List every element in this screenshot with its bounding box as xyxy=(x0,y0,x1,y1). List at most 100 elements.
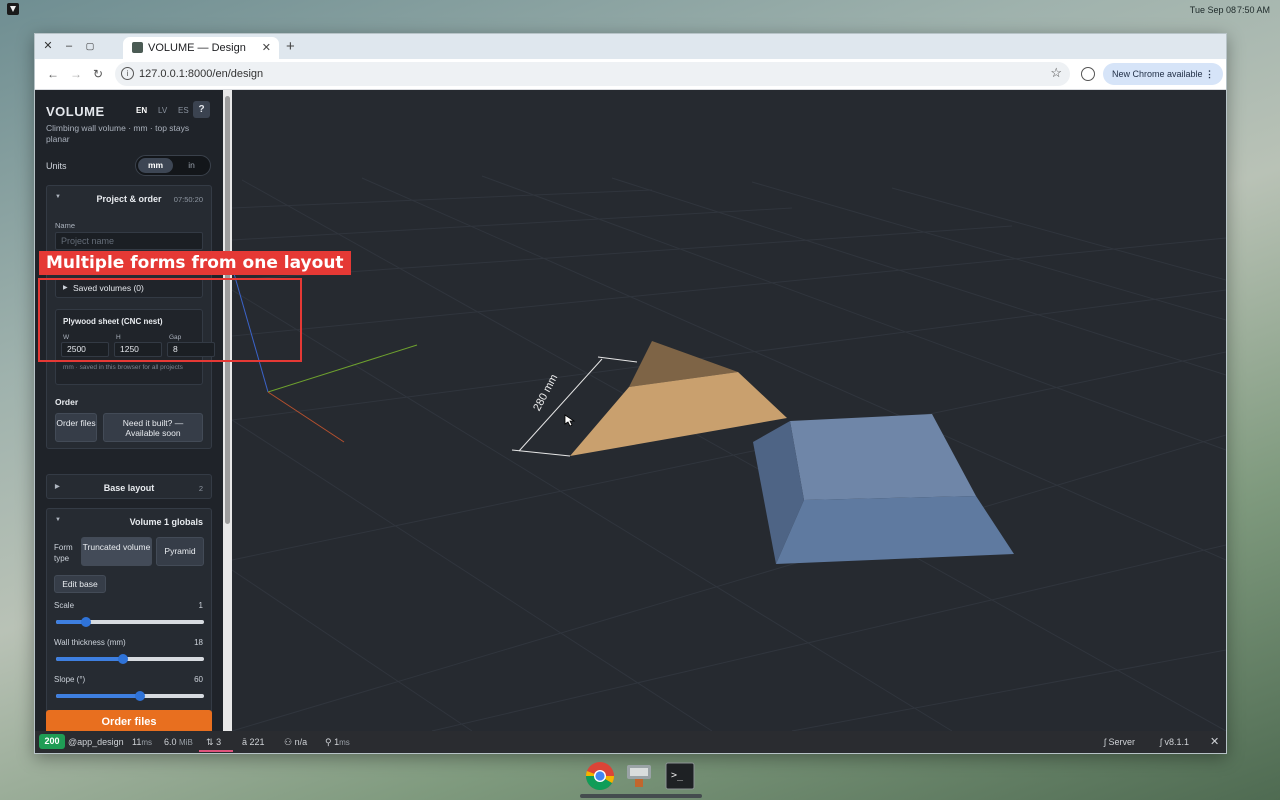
slider-handle[interactable] xyxy=(81,617,91,627)
units-label: Units xyxy=(46,161,67,171)
twig-unit: ms xyxy=(339,738,350,747)
name-label: Name xyxy=(55,221,76,230)
version-label: v8.1.1 xyxy=(1164,737,1190,747)
slope-value: 60 xyxy=(194,675,203,684)
status-badge[interactable]: 200 xyxy=(39,734,65,749)
os-logo-icon[interactable] xyxy=(7,3,19,15)
order-label: Order xyxy=(55,397,79,407)
os-clock[interactable]: 7:50 AM xyxy=(1237,5,1270,15)
menu-dots-icon: ⋮ xyxy=(1205,69,1214,79)
volume-globals-panel: ▼ Volume 1 globals Form type Truncated v… xyxy=(46,508,212,728)
order-files-button[interactable]: Order files xyxy=(46,710,212,731)
annotation-label: Multiple forms from one layout xyxy=(39,251,351,275)
base-layout-header[interactable]: ▶ Base layout 2 xyxy=(47,475,211,500)
truncated-volume[interactable] xyxy=(753,414,1014,564)
dock-indicator xyxy=(580,794,702,798)
slider-fill xyxy=(56,657,123,661)
route-name[interactable]: @app_design xyxy=(68,737,124,747)
reload-icon[interactable]: ↻ xyxy=(93,67,103,81)
slider-handle[interactable] xyxy=(118,654,128,664)
address-bar[interactable]: i 127.0.0.1:8000/en/design ☆ xyxy=(115,62,1070,86)
lang-es[interactable]: ES xyxy=(178,106,189,115)
symfony-logo-icon: ʃ xyxy=(1160,737,1162,747)
project-order-header[interactable]: ▼ Project & order 07:50:20 xyxy=(47,186,211,211)
request-time[interactable]: 11ms xyxy=(132,737,152,747)
wall-thickness-value: 18 xyxy=(194,638,203,647)
svg-text:>_: >_ xyxy=(671,770,684,781)
user-icon: ⚇ xyxy=(284,737,293,747)
twig-time[interactable]: ⚲ 1ms xyxy=(325,737,350,748)
slope-label: Slope (°) xyxy=(54,675,86,684)
lang-en[interactable]: EN xyxy=(136,106,147,115)
new-tab-icon[interactable]: + xyxy=(286,38,295,55)
lang-lv[interactable]: LV xyxy=(158,106,167,115)
need-it-built-button[interactable]: Need it built? — Available soon xyxy=(103,413,203,442)
3d-viewport[interactable]: 280 mm xyxy=(232,90,1226,731)
sidebar: VOLUME EN LV ES ? Climbing wall volume ·… xyxy=(35,90,223,731)
memory-usage[interactable]: 6.0 MiB xyxy=(164,737,193,747)
maximize-window-icon[interactable]: ▢ xyxy=(83,39,97,53)
sidebar-scrollbar[interactable] xyxy=(223,90,232,731)
ground-grid xyxy=(232,175,1226,731)
truncated-volume-button[interactable]: Truncated volume xyxy=(81,537,152,566)
translations-value: 221 xyxy=(249,737,265,747)
volume-globals-header[interactable]: ▼ Volume 1 globals xyxy=(47,509,211,534)
base-layout-count: 2 xyxy=(198,484,203,493)
scale-slider[interactable] xyxy=(56,617,204,627)
tab-bar: ✕ – ▢ VOLUME — Design ✕ + xyxy=(35,34,1226,59)
requests-value: 3 xyxy=(216,737,222,747)
pyramid-button[interactable]: Pyramid xyxy=(156,537,204,566)
collapse-caret-icon: ▼ xyxy=(55,517,61,523)
active-indicator xyxy=(199,750,233,752)
site-info-icon[interactable]: i xyxy=(121,67,134,80)
translations-count[interactable]: ā 221 xyxy=(242,737,265,747)
time-unit: ms xyxy=(141,738,153,747)
help-button[interactable]: ? xyxy=(193,101,210,118)
screenshot-tool-icon[interactable] xyxy=(625,761,655,791)
terminal-icon[interactable]: >_ xyxy=(665,761,695,791)
favicon-icon xyxy=(132,42,143,53)
project-name-input[interactable]: Project name xyxy=(55,232,203,250)
symfony-icon: ʃ xyxy=(1104,737,1106,747)
wall-thickness-slider[interactable] xyxy=(56,654,204,664)
debug-toolbar: 200 @app_design 11ms 6.0 MiB ⇅ 3 ā 221 ⚇… xyxy=(35,731,1226,753)
security-user[interactable]: ⚇ n/a xyxy=(284,737,307,748)
project-time: 07:50:20 xyxy=(173,195,203,204)
url-text[interactable]: 127.0.0.1:8000/en/design xyxy=(139,68,263,80)
base-layout-panel[interactable]: ▶ Base layout 2 xyxy=(46,474,212,499)
server-label: Server xyxy=(1108,737,1136,747)
close-toolbar-icon[interactable]: ✕ xyxy=(1210,735,1219,748)
form-type-label: Form type xyxy=(54,543,73,563)
requests-count[interactable]: ⇅ 3 xyxy=(206,737,221,748)
symfony-version[interactable]: ʃ v8.1.1 xyxy=(1160,737,1189,747)
chrome-app-icon[interactable] xyxy=(585,761,615,791)
profile-icon[interactable] xyxy=(1081,67,1095,81)
tab-close-icon[interactable]: ✕ xyxy=(262,41,271,54)
tab-volume-design[interactable]: VOLUME — Design ✕ xyxy=(123,37,279,59)
twig-icon: ⚲ xyxy=(325,737,332,747)
page-content: VOLUME EN LV ES ? Climbing wall volume ·… xyxy=(35,90,1226,731)
memory-unit: MiB xyxy=(179,738,193,747)
slider-handle[interactable] xyxy=(135,691,145,701)
bookmark-star-icon[interactable]: ☆ xyxy=(1050,65,1062,81)
forward-icon[interactable]: → xyxy=(70,67,82,81)
server-info[interactable]: ʃ Server xyxy=(1104,737,1135,747)
slider-fill xyxy=(56,694,140,698)
back-icon[interactable]: ← xyxy=(47,67,59,81)
user-value: n/a xyxy=(294,737,308,747)
minimize-window-icon[interactable]: – xyxy=(62,39,76,53)
units-toggle[interactable]: mm in xyxy=(135,155,211,176)
os-top-bar: Tue Sep 08 7:50 AM xyxy=(0,0,1280,18)
pyramid-volume[interactable] xyxy=(570,341,787,456)
close-window-icon[interactable]: ✕ xyxy=(41,39,55,53)
unit-in-option[interactable]: in xyxy=(174,158,209,173)
edit-base-button[interactable]: Edit base xyxy=(54,575,106,593)
unit-mm-option[interactable]: mm xyxy=(138,158,173,173)
time-value: 11 xyxy=(132,737,142,747)
new-chrome-available-button[interactable]: New Chrome available ⋮ xyxy=(1103,63,1223,85)
viewport-canvas[interactable]: 280 mm xyxy=(232,90,1226,731)
wall-thickness-label: Wall thickness (mm) xyxy=(54,638,126,647)
slope-slider[interactable] xyxy=(56,691,204,701)
update-label: New Chrome available xyxy=(1112,69,1203,79)
order-files-small-button[interactable]: Order files xyxy=(55,413,97,442)
